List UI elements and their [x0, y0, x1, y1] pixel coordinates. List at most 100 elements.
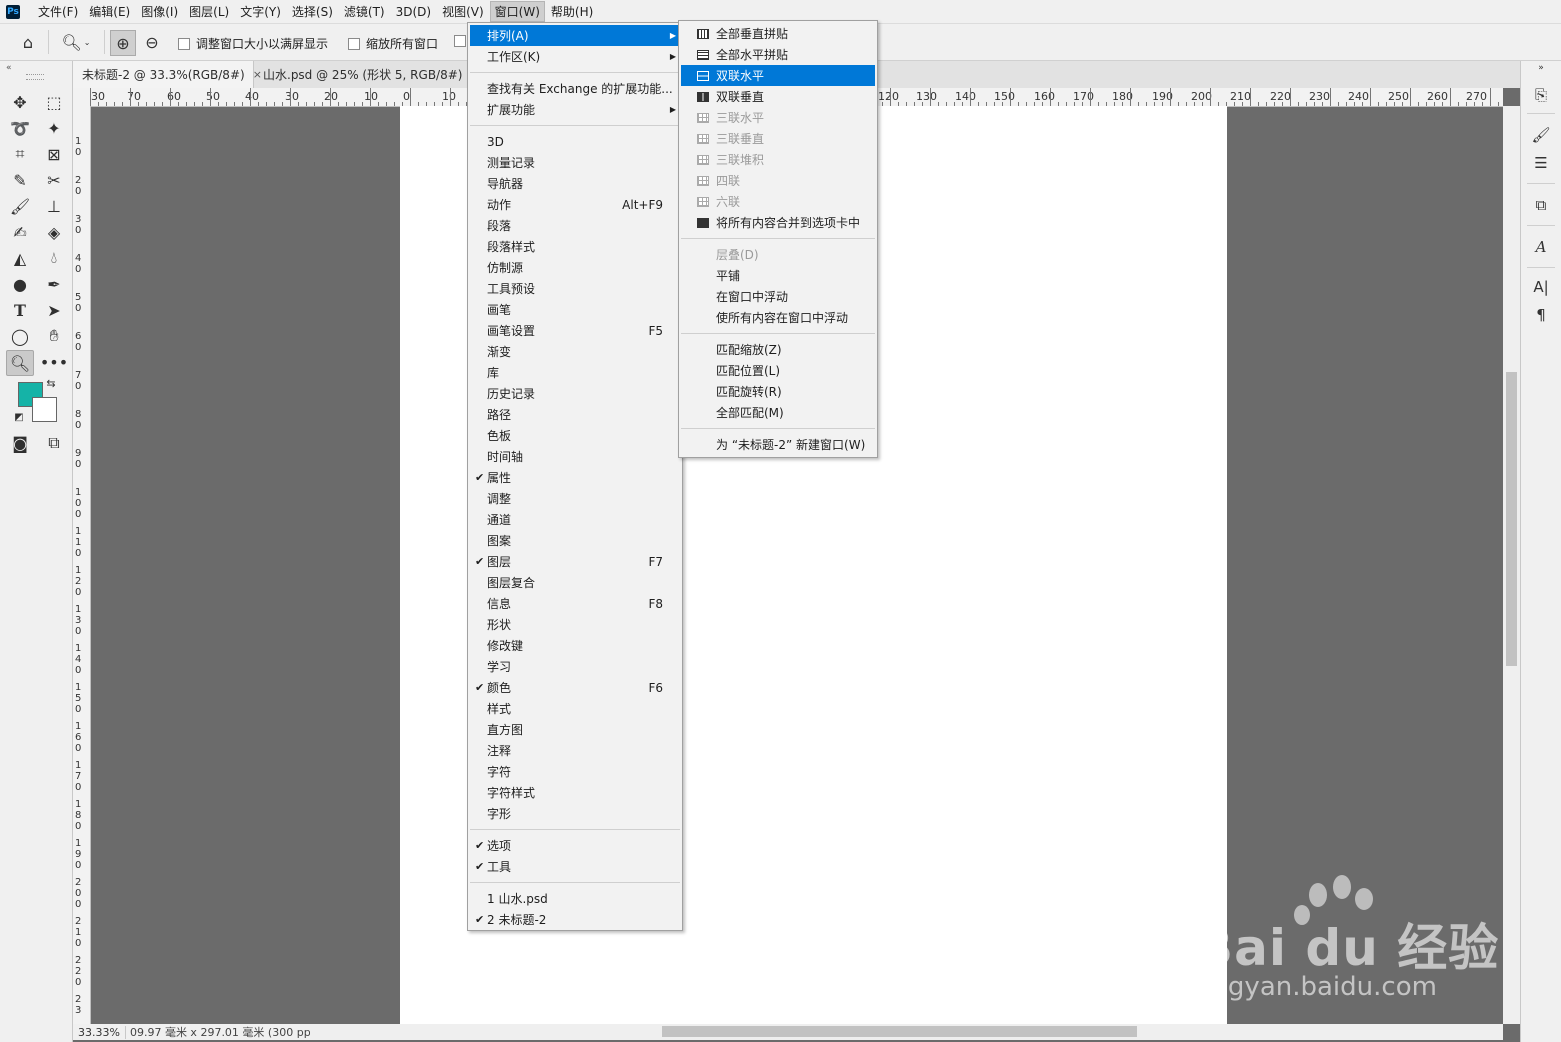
expand-panels-icon[interactable]: » — [1530, 61, 1552, 75]
window-menu-item[interactable]: 段落样式 — [470, 236, 680, 257]
type-tool-icon[interactable]: T — [7, 298, 33, 322]
window-menu-item[interactable]: 调整 — [470, 488, 680, 509]
window-menu-item[interactable]: ✔ 颜色 F6 — [470, 677, 680, 698]
window-menu-item[interactable]: 直方图 — [470, 719, 680, 740]
collapse-panel-icon[interactable]: « — [6, 63, 12, 73]
window-menu-item[interactable]: 导航器 — [470, 173, 680, 194]
move-tool-icon[interactable]: ✥ — [7, 90, 33, 114]
magic-wand-tool-icon[interactable]: ✦ — [41, 116, 67, 140]
arrange-menu-item[interactable]: 平铺 — [681, 265, 875, 286]
arrange-menu-item[interactable]: 双联垂直 — [681, 86, 875, 107]
window-menu-item[interactable]: 信息 F8 — [470, 593, 680, 614]
window-menu-item[interactable]: 库 — [470, 362, 680, 383]
blur-tool-icon[interactable]: 💧︎ — [41, 246, 67, 270]
clone-stamp-tool-icon[interactable]: ⊥ — [41, 194, 67, 218]
panel-grip[interactable] — [26, 74, 44, 80]
menu-item-9[interactable]: 窗口(W) — [489, 1, 545, 22]
window-menu-item[interactable]: 路径 — [470, 404, 680, 425]
window-menu-item[interactable]: 通道 — [470, 509, 680, 530]
arrange-menu-item[interactable]: 全部垂直拼贴 — [681, 23, 875, 44]
arrange-menu-item[interactable]: 在窗口中浮动 — [681, 286, 875, 307]
swap-colors-icon[interactable]: ⇆ — [42, 375, 60, 391]
window-menu-item[interactable]: 1 山水.psd — [470, 888, 680, 909]
window-menu-item[interactable]: 字符样式 — [470, 782, 680, 803]
history-panel-icon[interactable]: ⎘ — [1530, 84, 1552, 106]
ruler-corner[interactable] — [73, 88, 91, 107]
character-panel-icon[interactable]: A| — [1530, 276, 1552, 298]
window-menu-item[interactable]: 形状 — [470, 614, 680, 635]
checkbox-box[interactable] — [348, 37, 360, 50]
quick-mask-icon[interactable]: ◙ — [7, 431, 33, 455]
paragraph-panel-icon[interactable]: ¶ — [1530, 304, 1552, 326]
hand-tool-icon[interactable]: ✋︎ — [41, 324, 67, 348]
path-selection-tool-icon[interactable]: ➤ — [41, 298, 67, 322]
window-menu-item[interactable]: 3D — [470, 131, 680, 152]
arrange-menu-item[interactable]: 匹配旋转(R) — [681, 381, 875, 402]
clone-source-panel-icon[interactable]: ⧉ — [1530, 194, 1552, 216]
menu-item-5[interactable]: 选择(S) — [287, 1, 338, 22]
window-menu-item[interactable]: 扩展功能 ▶ — [470, 99, 680, 120]
tab-untitled-2[interactable]: 未标题-2 @ 33.3%(RGB/8#) × — [73, 61, 262, 88]
tab-shanshui[interactable]: 山水.psd @ 25% (形状 5, RGB/8#) — [254, 61, 469, 88]
background-color-swatch[interactable] — [32, 397, 57, 422]
arrange-menu-item[interactable]: 将所有内容合并到选项卡中 — [681, 212, 875, 233]
menu-item-2[interactable]: 图像(I) — [136, 1, 183, 22]
zoom-tool-icon[interactable]: 🔍︎ — [6, 350, 34, 376]
checkbox-box-checked[interactable] — [454, 35, 466, 47]
window-menu-item[interactable]: 动作 Alt+F9 — [470, 194, 680, 215]
window-menu-item[interactable]: 注释 — [470, 740, 680, 761]
zoom-level[interactable]: 33.33% — [73, 1025, 126, 1039]
window-menu-item[interactable]: 学习 — [470, 656, 680, 677]
healing-brush-tool-icon[interactable]: ✂ — [41, 168, 67, 192]
dodge-tool-icon[interactable]: ● — [7, 272, 33, 296]
menu-item-3[interactable]: 图层(L) — [184, 1, 234, 22]
menu-item-4[interactable]: 文字(Y) — [235, 1, 286, 22]
horizontal-scrollbar[interactable] — [310, 1024, 1503, 1040]
vertical-scrollbar[interactable] — [1503, 106, 1520, 1024]
resize-windows-checkbox[interactable]: 调整窗口大小以满屏显示 — [178, 35, 328, 52]
menu-item-8[interactable]: 视图(V) — [437, 1, 489, 22]
window-menu-item[interactable]: 图案 — [470, 530, 680, 551]
window-menu-item[interactable]: ✔ 图层 F7 — [470, 551, 680, 572]
ellipse-tool-icon[interactable]: ◯ — [7, 324, 33, 348]
zoom-out-icon[interactable]: ⊖ — [140, 30, 164, 54]
window-menu-item[interactable]: 画笔 — [470, 299, 680, 320]
menu-item-7[interactable]: 3D(D) — [391, 3, 436, 21]
eraser-tool-icon[interactable]: ◈ — [41, 220, 67, 244]
menu-item-10[interactable]: 帮助(H) — [546, 1, 598, 22]
screen-mode-icon[interactable]: ⧉ — [41, 431, 67, 455]
window-menu-item[interactable]: 历史记录 — [470, 383, 680, 404]
crop-tool-icon[interactable]: ⌗ — [7, 142, 33, 166]
paint-bucket-tool-icon[interactable]: ◭ — [7, 246, 33, 270]
window-menu-item[interactable]: 工作区(K) ▶ — [470, 46, 680, 67]
window-menu-item[interactable]: 渐变 — [470, 341, 680, 362]
menu-item-6[interactable]: 滤镜(T) — [339, 1, 390, 22]
eyedropper-tool-icon[interactable]: ✎ — [7, 168, 33, 192]
window-menu-item[interactable]: ✔ 选项 — [470, 835, 680, 856]
zoom-tool-preset-icon[interactable]: 🔍︎ ⌄ — [58, 30, 94, 54]
home-icon[interactable]: ⌂ — [16, 30, 40, 54]
window-menu-item[interactable]: 仿制源 — [470, 257, 680, 278]
window-menu-item[interactable]: 工具预设 — [470, 278, 680, 299]
arrange-menu-item[interactable]: 使所有内容在窗口中浮动 — [681, 307, 875, 328]
scroll-thumb[interactable] — [662, 1026, 1137, 1037]
window-menu-item[interactable]: 色板 — [470, 425, 680, 446]
checkbox-box[interactable] — [178, 37, 190, 50]
window-menu-item[interactable]: 字符 — [470, 761, 680, 782]
window-menu-item[interactable]: 图层复合 — [470, 572, 680, 593]
default-colors-icon[interactable]: ◩ — [10, 409, 28, 425]
window-menu-item[interactable]: ✔ 2 未标题-2 — [470, 909, 680, 930]
adjustments-panel-icon[interactable]: ☰ — [1530, 152, 1552, 174]
vertical-ruler[interactable]: 10 20 30 40 50 60 70 80 90 100 110 120 130 140 150 160 1… — [73, 106, 91, 1024]
window-menu-item[interactable]: 查找有关 Exchange 的扩展功能... — [470, 78, 680, 99]
arrange-menu-item[interactable]: 匹配缩放(Z) — [681, 339, 875, 360]
window-menu-item[interactable]: 画笔设置 F5 — [470, 320, 680, 341]
glyphs-panel-icon[interactable]: A — [1530, 236, 1552, 258]
arrange-menu-item[interactable]: 双联水平 — [681, 65, 875, 86]
window-menu-item[interactable]: 修改键 — [470, 635, 680, 656]
menu-item-0[interactable]: 文件(F) — [33, 1, 83, 22]
frame-tool-icon[interactable]: ⊠ — [41, 142, 67, 166]
window-menu-item[interactable]: 测量记录 — [470, 152, 680, 173]
brush-panel-icon[interactable]: 🖌︎ — [1530, 124, 1552, 146]
window-menu-item[interactable]: 排列(A) ▶ — [470, 25, 680, 46]
